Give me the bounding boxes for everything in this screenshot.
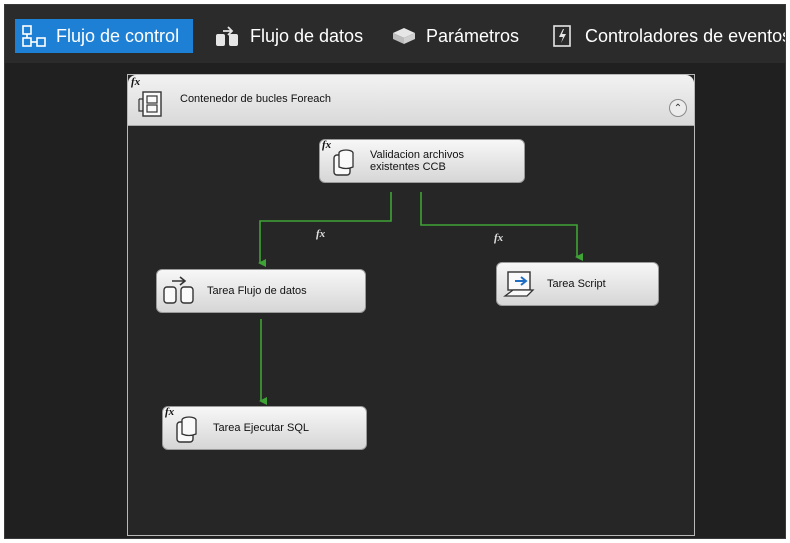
designer-window: Flujo de control Flujo de datos Parámetr… [4, 4, 786, 539]
parameters-icon [391, 25, 417, 47]
tab-data-flow-label: Flujo de datos [250, 25, 364, 46]
execute-sql-icon [167, 410, 203, 446]
data-flow-icon [215, 25, 241, 47]
event-handlers-icon [550, 25, 576, 47]
tab-data-flow[interactable]: Flujo de datos [215, 19, 363, 53]
task-validation[interactable]: fx Validacion archivos existentes CCB [319, 139, 525, 183]
tab-control-flow-label: Flujo de control [56, 25, 180, 46]
task-execute-sql-label: Tarea Ejecutar SQL [213, 422, 309, 434]
fx-expression-icon[interactable]: fx [494, 232, 503, 244]
task-data-flow[interactable]: Tarea Flujo de datos [156, 269, 366, 313]
tab-event-handlers-label: Controladores de eventos [585, 25, 786, 46]
task-validation-label-line2: existentes CCB [370, 161, 446, 173]
tab-parameters-label: Parámetros [426, 25, 520, 46]
task-validation-label: Validacion archivos existentes CCB [370, 149, 464, 173]
task-data-flow-label: Tarea Flujo de datos [207, 285, 307, 297]
design-canvas[interactable]: fx Contenedor de bucles Foreach ⌃ fx fx … [5, 63, 785, 538]
constraint-to-dataflow[interactable] [258, 192, 392, 267]
task-validation-label-line1: Validacion archivos [370, 149, 464, 161]
data-flow-task-icon [161, 273, 197, 309]
execute-sql-icon [324, 143, 360, 179]
foreach-loop-container[interactable]: fx Contenedor de bucles Foreach ⌃ fx fx … [127, 74, 695, 536]
tab-control-flow[interactable]: Flujo de control [15, 19, 194, 53]
control-flow-icon [21, 25, 47, 47]
constraint-to-script[interactable] [420, 192, 583, 261]
task-script[interactable]: Tarea Script [496, 262, 659, 306]
task-script-label: Tarea Script [547, 278, 606, 290]
tab-parameters[interactable]: Parámetros [391, 19, 519, 53]
task-execute-sql[interactable]: fx Tarea Ejecutar SQL [162, 406, 367, 450]
script-task-icon [501, 266, 537, 302]
tab-event-handlers[interactable]: Controladores de eventos [550, 19, 786, 53]
fx-expression-icon[interactable]: fx [316, 228, 325, 240]
designer-tab-bar: Flujo de control Flujo de datos Parámetr… [5, 5, 785, 63]
